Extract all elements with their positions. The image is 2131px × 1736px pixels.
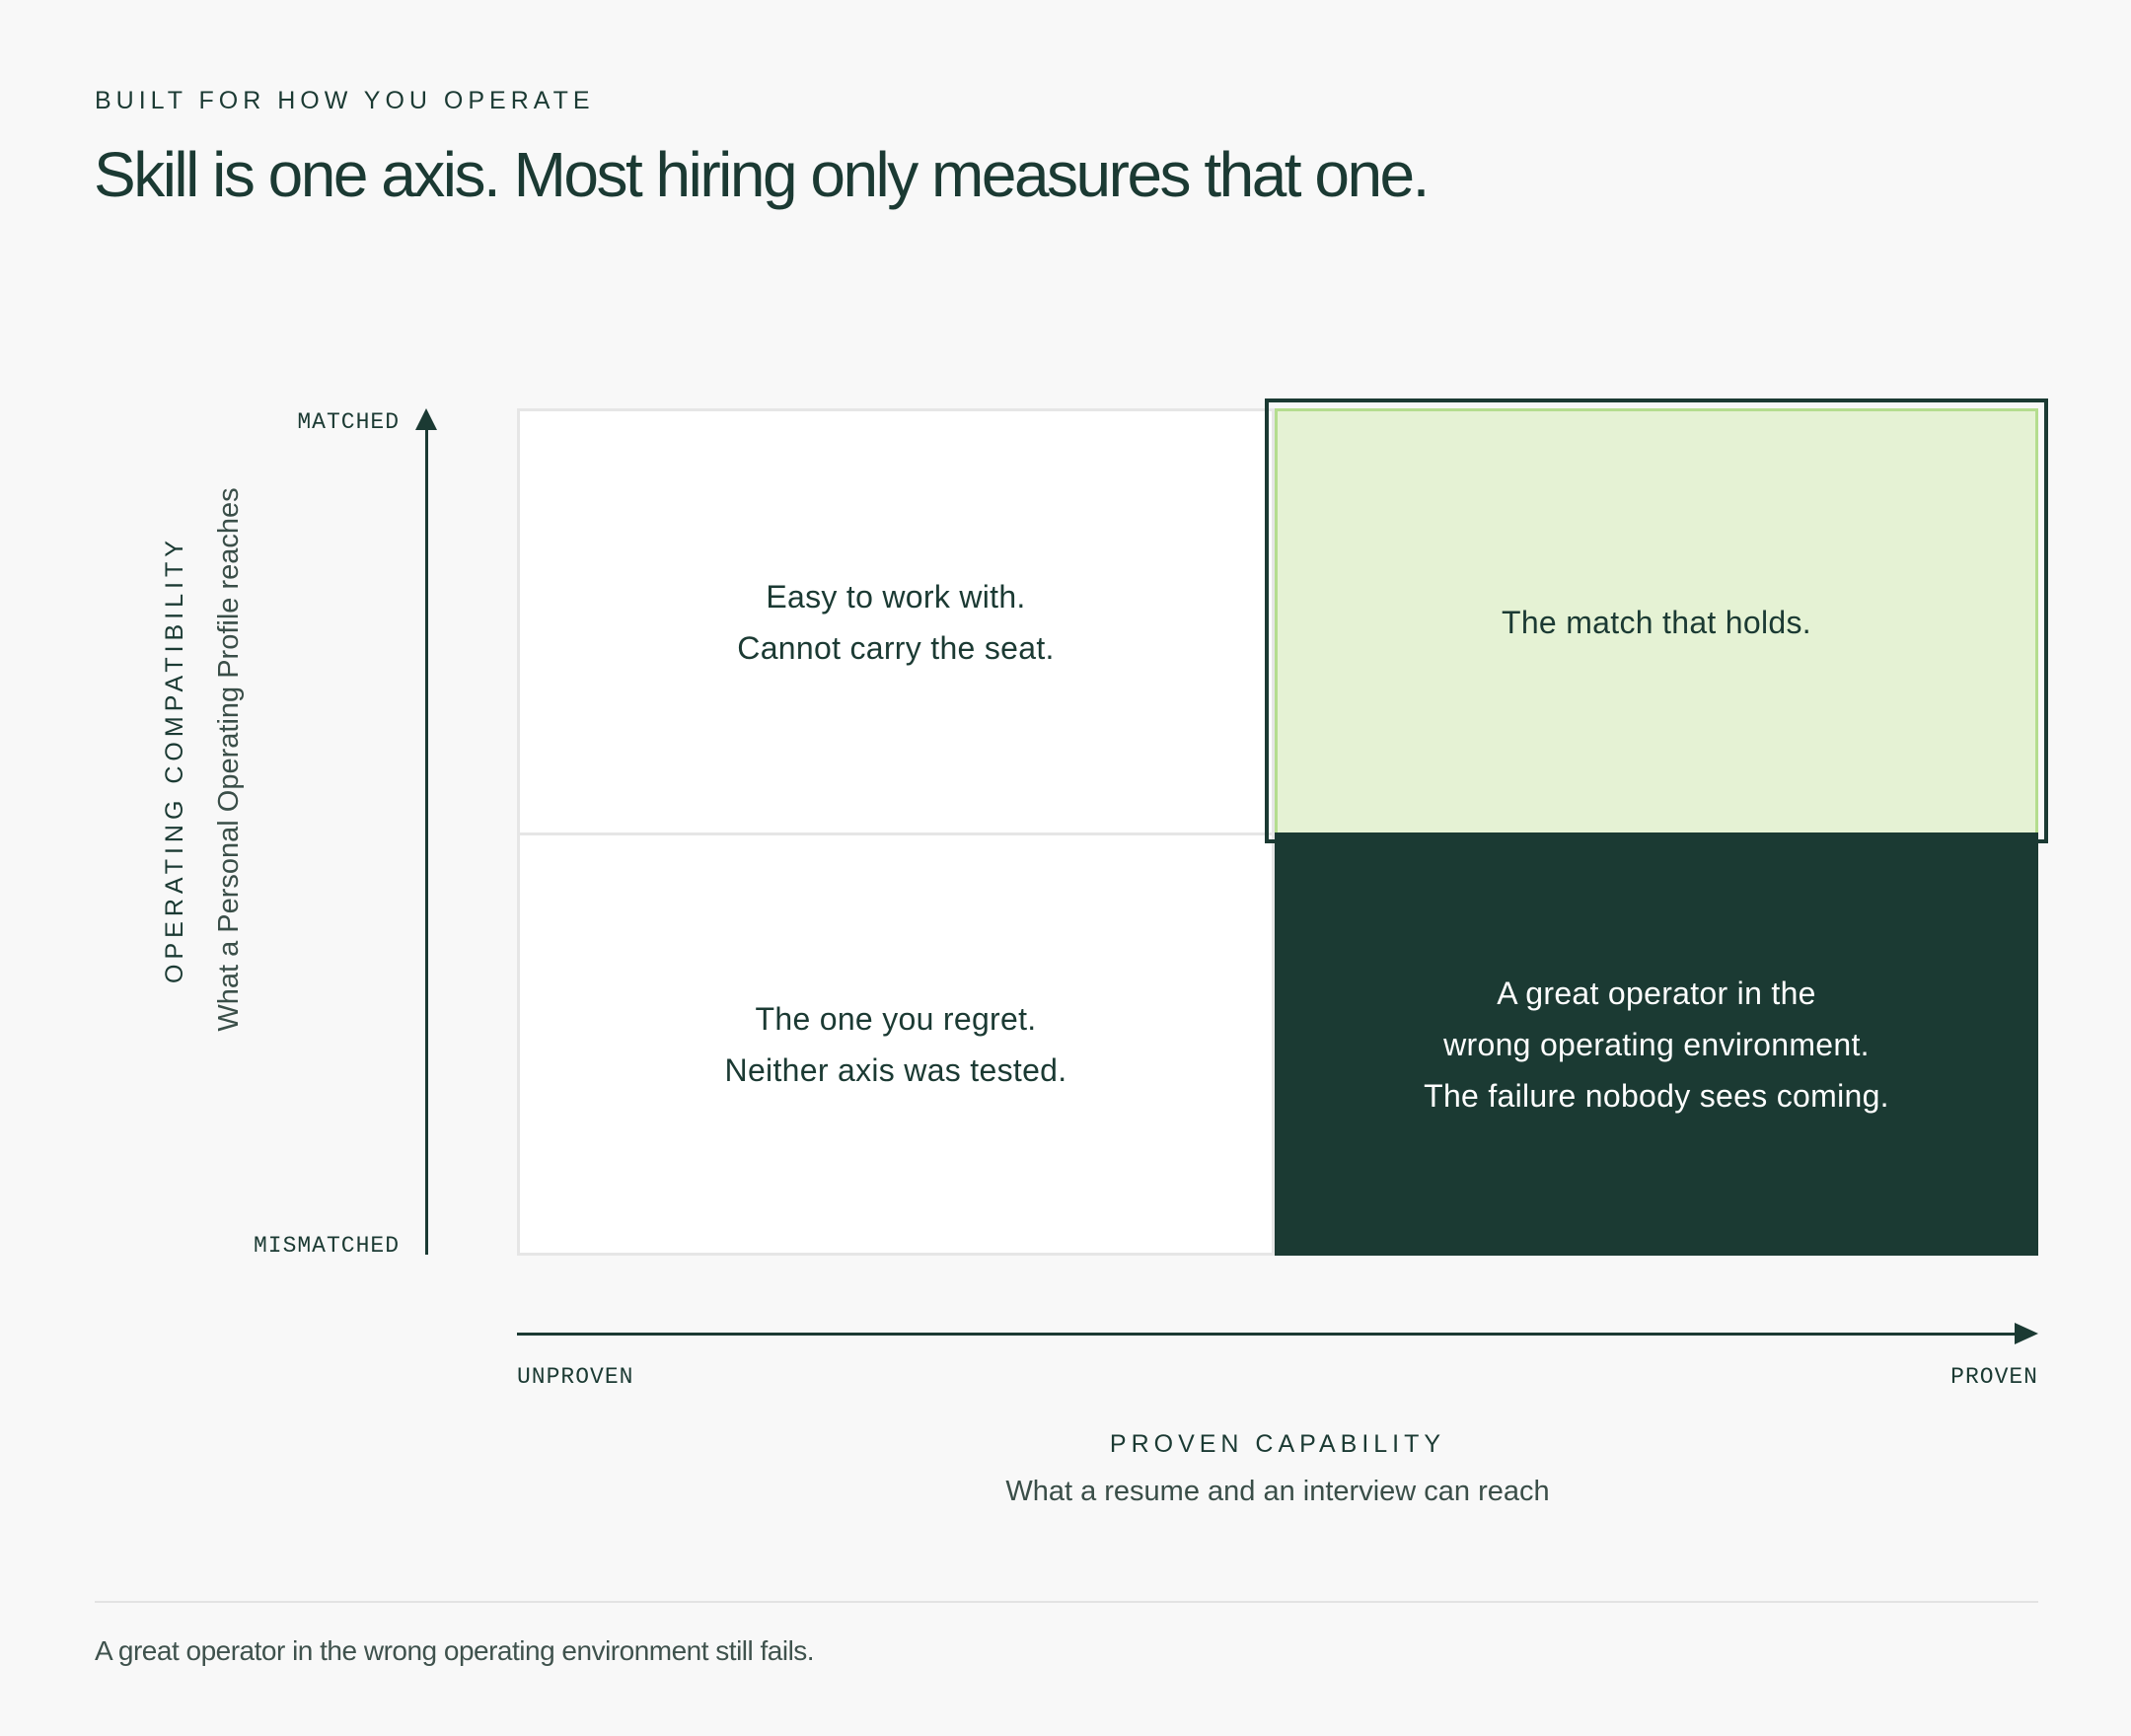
- x-axis-right-label: PROVEN: [1950, 1364, 2038, 1390]
- footer-note: A great operator in the wrong operating …: [95, 1635, 815, 1666]
- y-axis-title-group: OPERATING COMPATIBILITY What a Personal …: [148, 395, 257, 1124]
- quadrant-top-left: Easy to work with. Cannot carry the seat…: [517, 408, 1275, 832]
- quadrant-bottom-left-text: The one you regret. Neither axis was tes…: [724, 1000, 1067, 1088]
- x-axis-left-label: UNPROVEN: [517, 1364, 634, 1390]
- x-axis-title: PROVEN CAPABILITY: [1109, 1430, 1446, 1458]
- x-axis-line: [517, 1333, 2017, 1336]
- eyebrow-label: BUILT FOR HOW YOU OPERATE: [95, 87, 595, 114]
- quadrant-bottom-right-text: A great operator in the wrong operating …: [1424, 975, 1889, 1114]
- footer-divider: [95, 1601, 2038, 1603]
- quadrant-bottom-right: A great operator in the wrong operating …: [1275, 832, 2038, 1256]
- quadrant-top-right-text: The match that holds.: [1501, 604, 1812, 640]
- quadrant-top-right: The match that holds.: [1275, 408, 2038, 832]
- y-axis-subtitle: What a Personal Operating Profile reache…: [213, 487, 245, 1032]
- y-axis-title: OPERATING COMPATIBILITY: [161, 536, 188, 983]
- x-axis-arrowhead: [2015, 1323, 2038, 1344]
- y-axis-bottom-label: MISMATCHED: [253, 1233, 400, 1259]
- x-axis-subtitle: What a resume and an interview can reach: [1005, 1476, 1550, 1507]
- page-title: Skill is one axis. Most hiring only meas…: [94, 139, 1430, 210]
- quadrant-top-left-text: Easy to work with. Cannot carry the seat…: [737, 578, 1055, 666]
- quadrant-bottom-left: The one you regret. Neither axis was tes…: [517, 832, 1275, 1256]
- y-axis-line: [425, 426, 428, 1255]
